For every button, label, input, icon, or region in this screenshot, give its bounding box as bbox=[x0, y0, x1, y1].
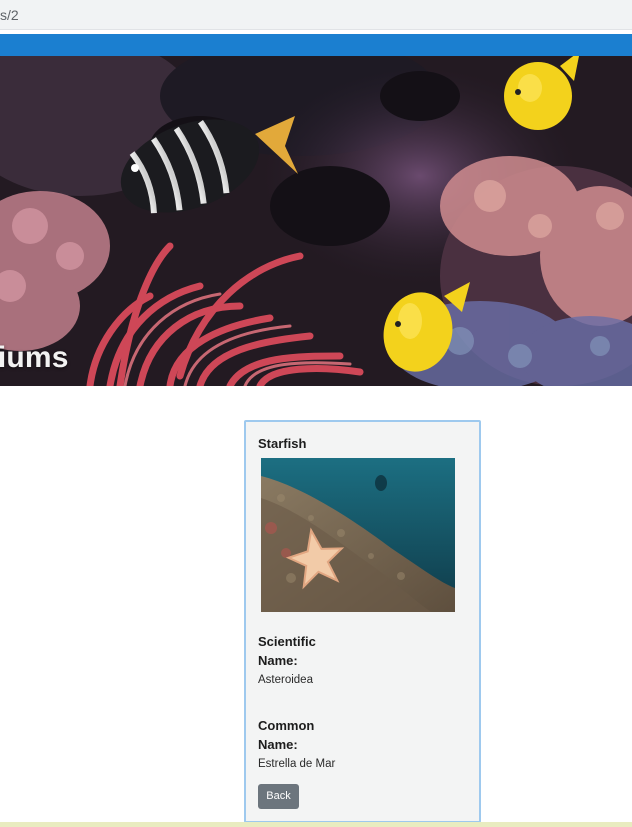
card-title: Starfish bbox=[258, 436, 307, 451]
page-footer-strip bbox=[0, 822, 632, 827]
scientific-name-label: Scientific Name: bbox=[258, 634, 316, 668]
site-navbar bbox=[0, 34, 632, 56]
hero-banner: riums bbox=[0, 56, 632, 386]
common-name-label: Common Name: bbox=[258, 718, 315, 752]
starfish-photo bbox=[261, 458, 455, 612]
browser-address-bar[interactable]: s/2 bbox=[0, 0, 632, 30]
common-name-value: Estrella de Mar bbox=[258, 758, 336, 770]
hero-title: riums bbox=[0, 341, 69, 374]
url-text: s/2 bbox=[0, 7, 19, 23]
scientific-name-value: Asteroidea bbox=[258, 674, 313, 686]
species-card: Starfish Scientific Name: Asteroidea Com… bbox=[244, 420, 481, 823]
aquarium-hero-image bbox=[0, 56, 632, 386]
back-button[interactable]: Back bbox=[258, 784, 299, 809]
